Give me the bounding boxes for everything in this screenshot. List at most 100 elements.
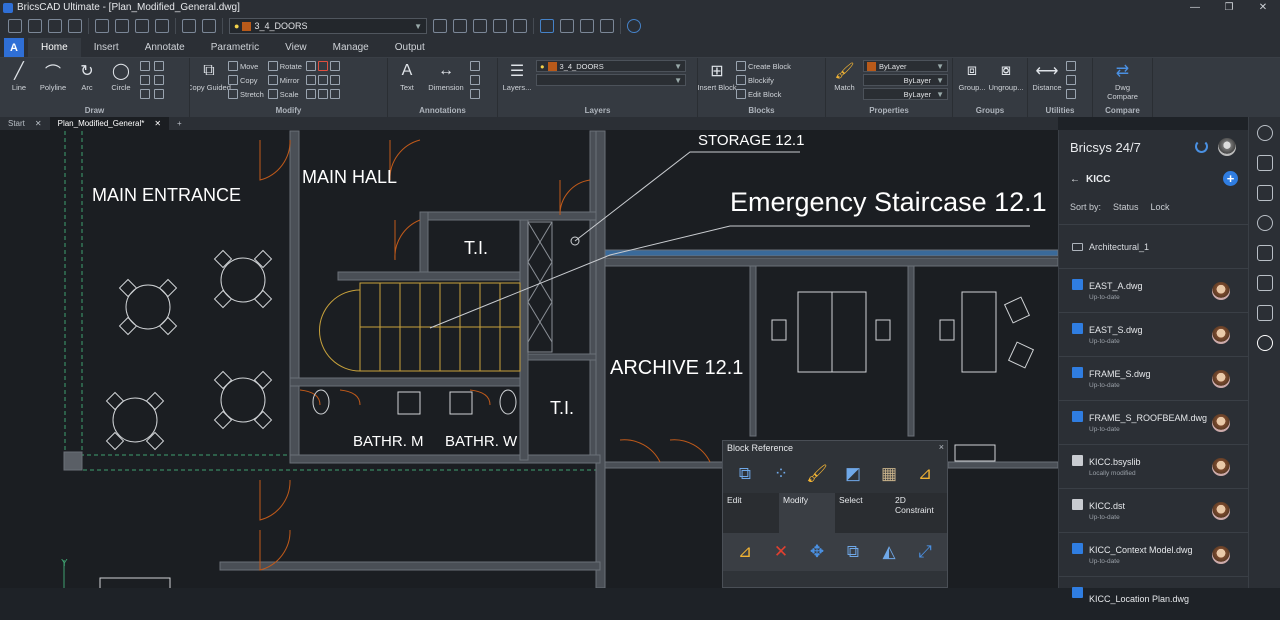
delete-icon[interactable]: ✕	[769, 540, 793, 564]
layers-tool[interactable]: ☰ Layers...	[502, 60, 532, 92]
layer-prev-icon[interactable]	[473, 19, 487, 33]
quad-label-edit[interactable]: Edit	[723, 493, 779, 533]
file-item[interactable]: EAST_A.dwg Up-to-date	[1059, 268, 1248, 312]
circle-tool[interactable]: ◯ Circle	[106, 60, 136, 92]
minimize-button[interactable]: —	[1178, 0, 1212, 15]
add-button[interactable]: +	[1223, 171, 1238, 186]
back-arrow-icon[interactable]: ←	[1070, 174, 1080, 185]
offset-icon[interactable]	[317, 75, 328, 85]
cloud-icon[interactable]	[1256, 335, 1273, 351]
tab-parametric[interactable]: Parametric	[198, 38, 272, 57]
explode-icon[interactable]	[329, 75, 340, 85]
close-icon[interactable]: ✕	[154, 119, 161, 128]
file-item[interactable]: KICC_Context Model.dwg Up-to-date	[1059, 532, 1248, 576]
layer-dropdown[interactable]: ● 3_4_DOORS ▼	[536, 60, 686, 72]
close-button[interactable]: ✕	[1246, 0, 1280, 15]
function-fx-icon[interactable]	[1256, 275, 1273, 291]
polygon-icon[interactable]	[140, 75, 150, 85]
text-tool[interactable]: A Text	[392, 60, 422, 92]
linetype-dropdown[interactable]: ByLayer ▼	[862, 74, 948, 86]
distance-tool[interactable]: ⟷ Distance	[1032, 60, 1062, 92]
image-icon[interactable]	[600, 19, 614, 33]
redo-icon[interactable]	[202, 19, 216, 33]
copy-guided-tool[interactable]: ⧉ Copy Guided	[190, 60, 231, 92]
tab-home[interactable]: Home	[28, 38, 81, 57]
qat-layer-dropdown[interactable]: ● 3_4_DOORS ▼	[229, 18, 427, 34]
ellipse-icon[interactable]	[154, 75, 164, 85]
file-item[interactable]: EAST_S.dwg Up-to-date	[1059, 312, 1248, 356]
layer-tool-icon[interactable]	[433, 19, 447, 33]
doc-tab-plan[interactable]: Plan_Modified_General* ✕	[49, 117, 170, 130]
attachment-icon[interactable]	[1256, 215, 1273, 231]
leader-icon[interactable]	[470, 61, 480, 71]
color-dropdown[interactable]: ByLayer ▼	[862, 60, 948, 72]
tab-manage[interactable]: Manage	[320, 38, 382, 57]
stretch-tool[interactable]: Stretch	[228, 88, 264, 100]
copy-tool[interactable]: Copy	[228, 74, 264, 86]
tab-insert[interactable]: Insert	[81, 38, 132, 57]
tab-view[interactable]: View	[272, 38, 320, 57]
plot-icon[interactable]	[155, 19, 169, 33]
layer-off-icon[interactable]	[513, 19, 527, 33]
scale-icon[interactable]: ⤢	[913, 540, 937, 564]
new-file-icon[interactable]	[8, 19, 22, 33]
refresh-icon[interactable]	[1195, 140, 1208, 153]
layer-state-dropdown[interactable]: ▼	[536, 74, 686, 86]
app-menu-button[interactable]: A	[4, 38, 24, 57]
save-icon[interactable]	[48, 19, 62, 33]
align-icon[interactable]: ⊿	[733, 540, 757, 564]
match-tool[interactable]: 🖌 Match	[830, 60, 859, 92]
edit-block-icon[interactable]: ⧉	[733, 462, 757, 486]
tab-annotate[interactable]: Annotate	[132, 38, 198, 57]
array-icon[interactable]	[305, 89, 316, 99]
move-icon[interactable]: ✥	[805, 540, 829, 564]
rotate-tool[interactable]: Rotate	[267, 60, 302, 72]
publish-icon[interactable]	[135, 19, 149, 33]
select-similar-icon[interactable]: ◩	[841, 462, 865, 486]
mirror-icon[interactable]: ◭	[877, 540, 901, 564]
create-block-tool[interactable]: Create Block	[736, 60, 791, 72]
print-preview-icon[interactable]	[115, 19, 129, 33]
help-icon[interactable]	[627, 19, 641, 33]
mtext-icon[interactable]	[470, 75, 480, 85]
dwg-compare-tool[interactable]: ⇄ Dwg Compare	[1107, 60, 1138, 101]
quad-label-select[interactable]: Select	[835, 493, 891, 533]
join-icon[interactable]	[317, 89, 328, 99]
ungroup-tool[interactable]: ⧇ Ungroup...	[988, 60, 1023, 92]
layers-stack-icon[interactable]	[1256, 185, 1273, 201]
open-file-icon[interactable]	[28, 19, 42, 33]
lightbulb-icon[interactable]	[1256, 125, 1273, 141]
close-icon[interactable]: ×	[939, 442, 944, 452]
new-tab-button[interactable]: +	[169, 117, 190, 130]
rectangle-icon[interactable]	[140, 61, 150, 71]
structure-tree-icon[interactable]	[1256, 305, 1273, 321]
mirror-tool[interactable]: Mirror	[267, 74, 302, 86]
copy-icon[interactable]: ⧉	[841, 540, 865, 564]
hatch-icon[interactable]	[140, 89, 150, 99]
layer-state-icon[interactable]	[453, 19, 467, 33]
file-item[interactable]: FRAME_S_ROOFBEAM.dwg Up-to-date	[1059, 400, 1248, 444]
user-avatar[interactable]	[1218, 138, 1236, 156]
chamfer-icon[interactable]	[305, 75, 316, 85]
polyline-tool[interactable]: ⌒ Polyline	[38, 60, 68, 92]
properties-sliders-icon[interactable]	[1256, 155, 1273, 171]
maximize-button[interactable]: ❐	[1212, 0, 1246, 15]
hatch-pattern-icon[interactable]	[1256, 245, 1273, 261]
insert-block-tool[interactable]: ⊞ Insert Block	[698, 60, 737, 92]
arc-tool[interactable]: ↻ Arc	[72, 60, 102, 92]
line-tool[interactable]: ╱ Line	[4, 60, 34, 92]
calculator-icon[interactable]	[580, 19, 594, 33]
layer-iso-icon[interactable]	[493, 19, 507, 33]
blockify-tool[interactable]: Blockify	[736, 74, 791, 86]
explode-icon[interactable]: ⁘	[769, 462, 793, 486]
spline-icon[interactable]	[154, 61, 164, 71]
select-icon[interactable]	[1066, 61, 1076, 71]
file-item[interactable]: KICC_Location Plan.dwg	[1059, 576, 1248, 620]
workspace-icon[interactable]	[540, 19, 554, 33]
lineweight-dropdown[interactable]: ByLayer ▼	[862, 88, 948, 100]
dimension-tool[interactable]: ↔ Dimension	[426, 60, 466, 92]
move-tool[interactable]: Move	[228, 60, 264, 72]
constraint-icon[interactable]: ⊿	[913, 462, 937, 486]
break-icon[interactable]	[329, 89, 340, 99]
region-icon[interactable]	[154, 89, 164, 99]
